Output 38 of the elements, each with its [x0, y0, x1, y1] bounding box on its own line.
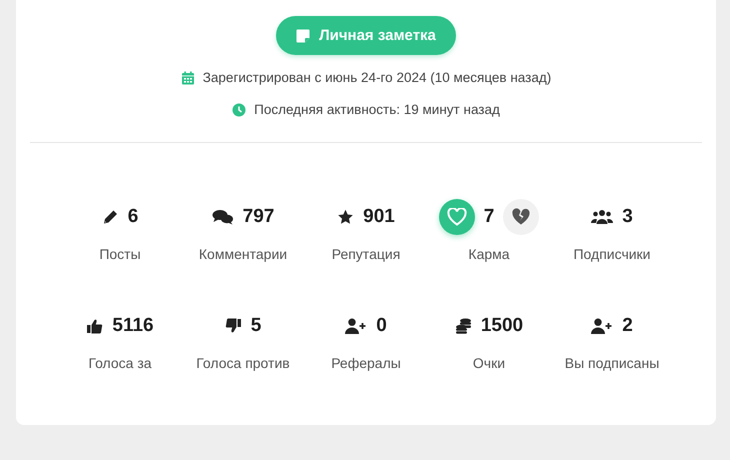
stat-value: 901 [363, 206, 395, 228]
stat-value: 2 [622, 315, 633, 337]
stat-label: Подписчики [573, 246, 650, 262]
stat-value: 7 [484, 206, 494, 228]
stat-label: Голоса против [196, 355, 290, 371]
stat-value: 1500 [480, 315, 524, 337]
clock-icon [232, 102, 246, 116]
stat-value: 5116 [112, 315, 154, 337]
broken-heart-icon [511, 208, 532, 226]
stat-value: 5 [250, 315, 262, 337]
stat-value: 3 [622, 206, 633, 228]
comments-icon [212, 209, 234, 225]
users-icon [591, 209, 614, 225]
stat-value: 0 [376, 315, 387, 337]
stat-label: Комментарии [198, 246, 288, 262]
note-icon [296, 28, 310, 42]
coins-icon [454, 318, 472, 334]
stat-value: 6 [128, 206, 138, 228]
stat-value: 797 [242, 206, 274, 228]
stat-label: Вы подписаны [564, 355, 660, 371]
dislike-button[interactable] [503, 199, 540, 235]
heart-icon [446, 208, 467, 226]
add-user-icon [591, 318, 614, 334]
add-user-icon [345, 318, 368, 334]
stat-label: Карма [468, 246, 510, 262]
stat-label: Посты [99, 246, 141, 262]
last-activity: Последняя активность: 19 минут назад [254, 101, 500, 119]
thumbs-down-icon [224, 318, 242, 334]
registration-date: Зарегистрирован с июнь 24-го 2024 (10 месяцев назад) [202, 69, 552, 87]
personal-note-button[interactable]: Личная заметка [276, 16, 456, 55]
stat-label: Голоса за [88, 355, 152, 371]
stat-label: Рефералы [331, 355, 401, 371]
stat-label: Очки [472, 355, 506, 371]
stat-label: Репутация [332, 246, 400, 262]
calendar-icon [180, 70, 195, 84]
thumbs-up-icon [86, 318, 104, 334]
star-icon [337, 209, 354, 225]
pencil-icon [102, 209, 119, 225]
